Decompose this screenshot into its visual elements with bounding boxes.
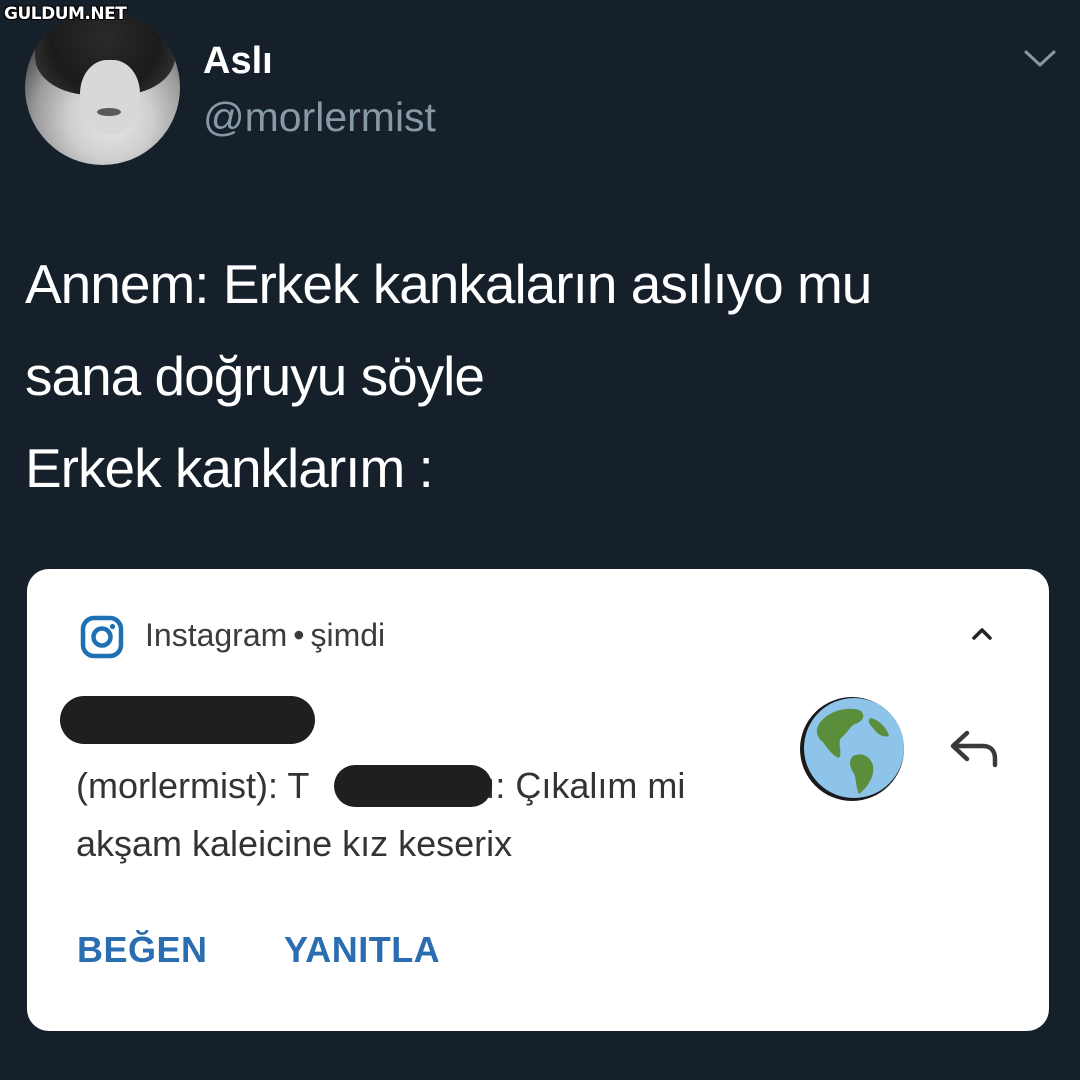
- avatar-face: [80, 60, 140, 135]
- user-handle[interactable]: @morlermist: [203, 94, 436, 141]
- message-line: akşam kaleicine kız keserix: [76, 823, 513, 864]
- tweet-line: Erkek kanklarım :: [25, 437, 434, 499]
- chevron-up-icon[interactable]: [967, 621, 997, 647]
- tweet-line: sana doğruyu söyle: [25, 345, 485, 407]
- notification-header: Instagram • şimdi: [145, 617, 385, 654]
- reply-arrow-icon[interactable]: [947, 727, 1001, 769]
- reply-button[interactable]: YANITLA: [284, 929, 440, 971]
- like-button[interactable]: BEĞEN: [77, 929, 208, 971]
- avatar-lips: [97, 108, 121, 116]
- display-name[interactable]: Aslı: [203, 40, 273, 83]
- message-line: (morlermist): Tnlı: Çıkalım mi: [76, 757, 776, 815]
- notification-message: (morlermist): Tnlı: Çıkalım mi akşam kal…: [76, 757, 776, 873]
- redacted-sender-name: [60, 696, 315, 744]
- watermark: GULDUM.NET: [4, 4, 127, 24]
- notification-time: şimdi: [310, 617, 386, 653]
- chevron-down-icon[interactable]: [1022, 42, 1058, 72]
- app-name: Instagram: [145, 617, 288, 653]
- separator: •: [293, 617, 305, 653]
- tweet-text: Annem: Erkek kankaların asılıyo mu sana …: [25, 238, 1055, 514]
- notification-card[interactable]: Instagram • şimdi (morlermist): Tnlı: Çıka…: [27, 569, 1049, 1031]
- tweet-line: Annem: Erkek kankaların asılıyo mu: [25, 253, 872, 315]
- globe-icon: [800, 697, 904, 801]
- instagram-icon: [80, 615, 124, 659]
- redacted-name-block: [334, 765, 492, 807]
- message-prefix: (morlermist): T: [76, 765, 310, 806]
- avatar[interactable]: [25, 10, 180, 165]
